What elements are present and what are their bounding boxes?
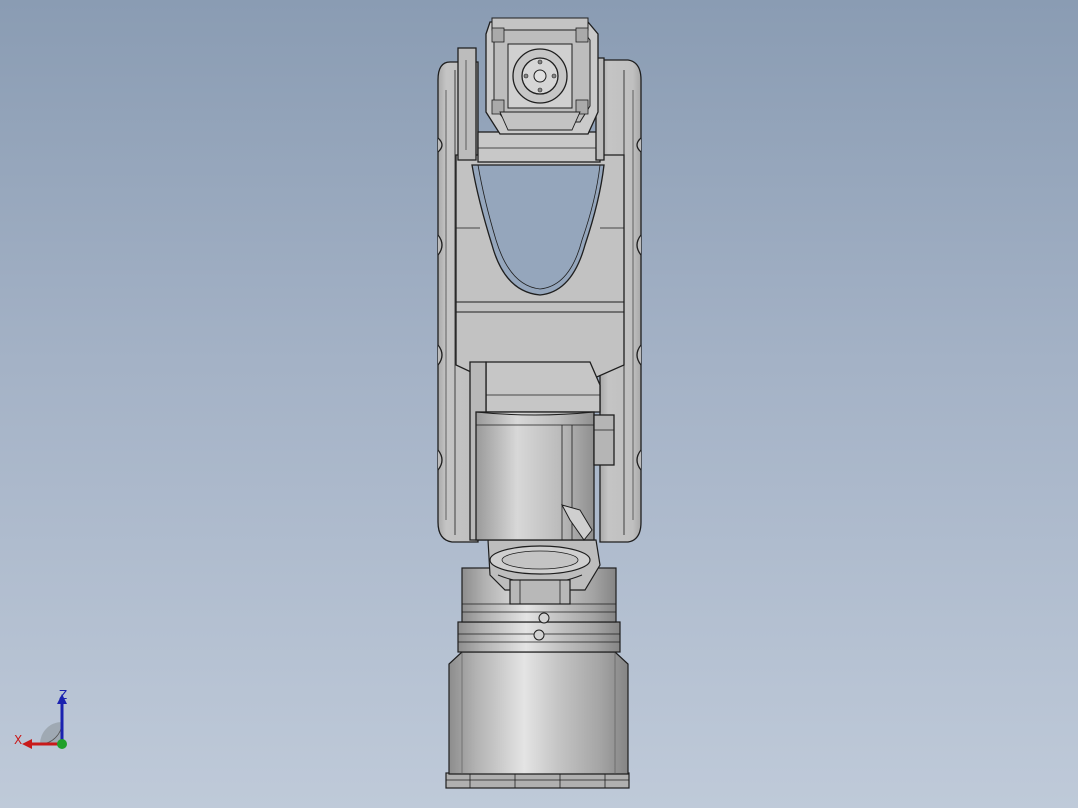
x-axis-label: X (14, 733, 23, 747)
z-axis-label: Z (59, 688, 68, 702)
y-axis-dot (57, 739, 67, 749)
robot-elbow-joint (469, 361, 615, 541)
robot-arm-model[interactable] (0, 0, 1078, 808)
view-orientation-triad: Z X (10, 684, 80, 754)
robot-wrist (457, 17, 605, 163)
cad-graphics-viewport[interactable]: Z X (0, 0, 1078, 808)
robot-arm-frame (455, 154, 625, 381)
